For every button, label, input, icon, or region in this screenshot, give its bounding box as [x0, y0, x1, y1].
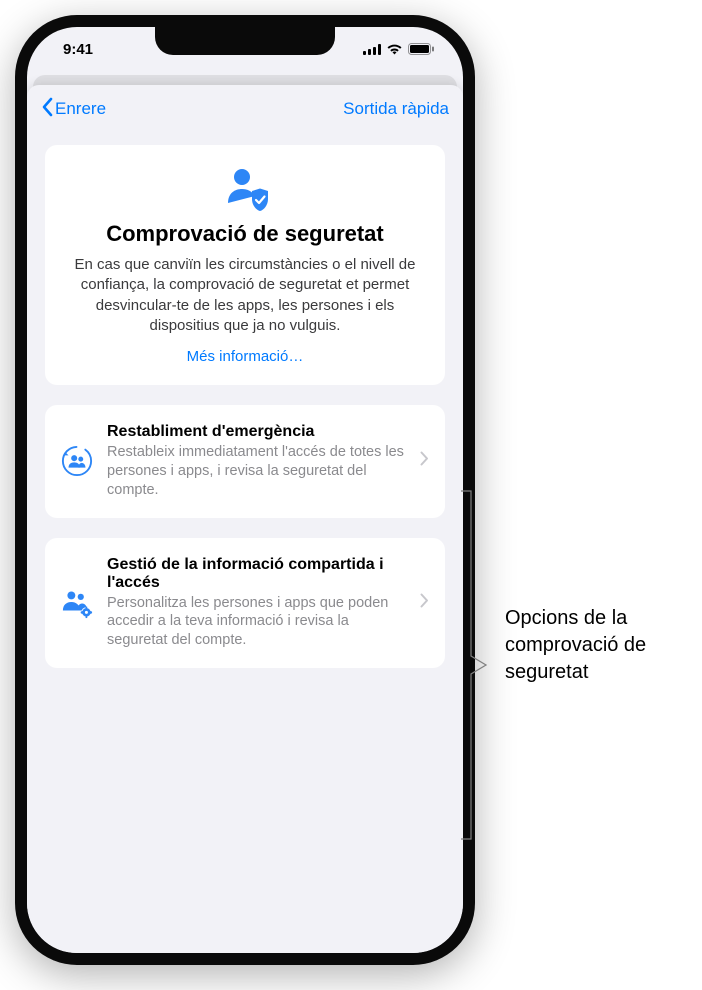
status-time: 9:41	[63, 41, 93, 58]
manage-sharing-option[interactable]: Gestió de la informació compartida i l'a…	[45, 538, 445, 669]
option-title: Gestió de la informació compartida i l'a…	[107, 556, 406, 592]
emergency-reset-option[interactable]: Restabliment d'emergència Restableix imm…	[45, 405, 445, 518]
reset-people-icon	[61, 444, 93, 478]
hero-card: Comprovació de seguretat En cas que canv…	[45, 145, 445, 385]
person-shield-icon	[65, 165, 425, 211]
notch	[155, 27, 335, 55]
page-title: Comprovació de seguretat	[65, 221, 425, 247]
back-label: Enrere	[55, 99, 106, 119]
option-description: Personalitza les persones i apps que pod…	[107, 594, 406, 651]
chevron-right-icon	[420, 593, 429, 613]
back-button[interactable]: Enrere	[41, 97, 106, 122]
modal-sheet: Enrere Sortida ràpida	[27, 85, 463, 953]
chevron-left-icon	[41, 97, 53, 122]
annotation: Opcions de la comprovació de seguretat	[475, 15, 687, 686]
hero-description: En cas que canviïn les circumstàncies o …	[65, 255, 425, 336]
more-info-link[interactable]: Més informació…	[65, 348, 425, 365]
battery-icon	[408, 43, 435, 55]
content-area: Comprovació de seguretat En cas que canv…	[27, 133, 463, 700]
quick-exit-button[interactable]: Sortida ràpida	[343, 99, 449, 119]
phone-screen: 9:41	[27, 27, 463, 953]
option-title: Restabliment d'emergència	[107, 423, 406, 441]
phone-frame: 9:41	[15, 15, 475, 965]
wifi-icon	[386, 43, 403, 55]
status-icons	[363, 43, 435, 55]
option-description: Restableix immediatament l'accés de tote…	[107, 443, 406, 500]
option-body: Gestió de la informació compartida i l'a…	[107, 556, 406, 651]
callout-text: Opcions de la comprovació de seguretat	[505, 605, 687, 686]
cellular-signal-icon	[363, 44, 381, 55]
option-body: Restabliment d'emergència Restableix imm…	[107, 423, 406, 500]
nav-bar: Enrere Sortida ràpida	[27, 85, 463, 133]
people-gear-icon	[61, 587, 93, 619]
chevron-right-icon	[420, 451, 429, 471]
callout-bracket-icon	[461, 490, 487, 840]
